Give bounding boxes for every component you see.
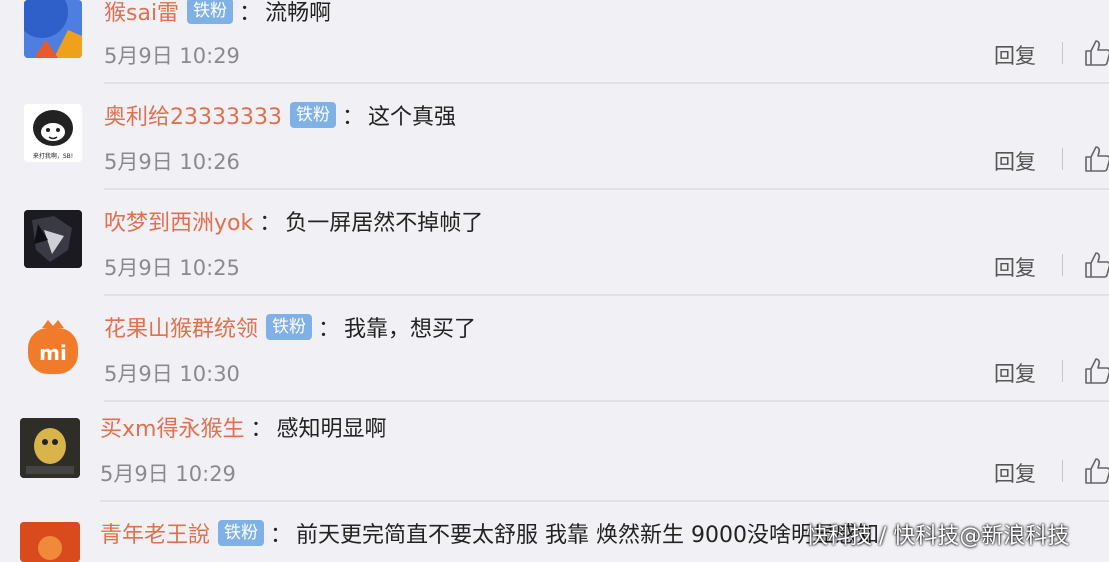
comment-item: 买xm得永猴生 ： 感知明显啊 5月9日 10:29 回复 [0,402,1109,502]
comment-time: 5月9日 10:29 [104,44,240,68]
fan-badge: 铁粉 [266,314,313,340]
reply-button[interactable]: 回复 [994,40,1036,70]
svg-text:mi: mi [39,341,67,365]
separator [1062,360,1063,382]
separator [1062,254,1063,276]
avatar[interactable] [20,522,80,562]
comment-header: 奥利给23333333 铁粉 ： 这个真强 [104,98,456,132]
separator [1062,460,1063,482]
comment-time: 5月9日 10:26 [104,150,240,174]
comment-header: 青年老王說 铁粉 ： 前天更完简直不要太舒服 我靠 焕然新生 9000没啥明显感… [100,516,879,550]
comment-header: 买xm得永猴生 ： 感知明显啊 [100,410,386,444]
comment-item: mi 花果山猴群统领 铁粉 ： 我靠，想买了 5月9日 10:30 回复 [0,296,1109,402]
comment-item: 猴sai雷 铁粉 ： 流畅啊 5月9日 10:29 回复 [0,0,1109,84]
reply-button[interactable]: 回复 [994,146,1036,176]
username-link[interactable]: 吹梦到西洲yok [104,205,253,237]
comment-item: 吹梦到西洲yok ： 负一屏居然不掉帧了 5月9日 10:25 回复 [0,190,1109,296]
username-link[interactable]: 青年老王說 [100,517,210,549]
username-link[interactable]: 花果山猴群统领 [104,311,258,343]
comment-text: 我靠，想买了 [344,317,477,342]
separator [1062,148,1063,170]
username-link[interactable]: 猴sai雷 [104,0,179,27]
thumbs-up-icon [1085,146,1109,172]
svg-text:来打我啊，SB!: 来打我啊，SB! [33,152,73,160]
like-button[interactable] [1082,356,1109,386]
colon: ： [270,523,293,548]
like-button[interactable] [1082,144,1109,174]
mi-logo-icon: mi [28,320,78,374]
colon: ： [250,417,273,442]
comment-time: 5月9日 10:30 [104,362,240,386]
avatar[interactable]: mi [24,318,82,376]
avatar-image [20,522,80,562]
avatar-image: 来打我啊，SB! [24,104,82,162]
comment-text: 负一屏居然不掉帧了 [285,211,484,236]
avatar-image [24,0,82,58]
watermark: 快科技 / 快科技@新浪科技 [806,524,1070,549]
avatar[interactable] [20,418,80,478]
colon: ： [341,105,364,130]
thumbs-up-icon [1085,40,1109,66]
comment-item: 来打我啊，SB! 奥利给23333333 铁粉 ： 这个真强 5月9日 10:2… [0,84,1109,190]
avatar-image [20,418,80,478]
like-button[interactable] [1082,250,1109,280]
thumbs-up-icon [1085,458,1109,484]
username-link[interactable]: 奥利给23333333 [104,99,282,131]
like-button[interactable] [1082,456,1109,486]
comment-header: 猴sai雷 铁粉 ： 流畅啊 [104,0,331,28]
comment-text: 前天更完简直不要太舒服 我靠 焕然新生 9000没啥明显感知 [296,523,880,548]
fan-badge: 铁粉 [289,102,336,128]
reply-button[interactable]: 回复 [994,458,1036,488]
colon: ： [318,317,341,342]
fan-badge: 铁粉 [218,520,265,546]
separator [1062,42,1063,64]
comment-header: 花果山猴群统领 铁粉 ： 我靠，想买了 [104,310,476,344]
avatar-image [24,210,82,268]
colon: ： [259,211,282,236]
comment-text: 这个真强 [368,105,457,130]
thumbs-up-icon [1085,252,1109,278]
fan-badge: 铁粉 [187,0,234,24]
reply-button[interactable]: 回复 [994,252,1036,282]
thumbs-up-icon [1085,358,1109,384]
colon: ： [239,1,262,26]
avatar[interactable]: 来打我啊，SB! [24,104,82,162]
avatar[interactable] [24,0,82,58]
comment-time: 5月9日 10:29 [100,462,236,486]
avatar[interactable] [24,210,82,268]
like-button[interactable] [1082,38,1109,68]
reply-button[interactable]: 回复 [994,358,1036,388]
comment-text: 流畅啊 [265,1,332,26]
comment-header: 吹梦到西洲yok ： 负一屏居然不掉帧了 [104,204,483,238]
username-link[interactable]: 买xm得永猴生 [100,411,244,443]
comment-text: 感知明显啊 [276,417,387,442]
comment-time: 5月9日 10:25 [104,256,240,280]
